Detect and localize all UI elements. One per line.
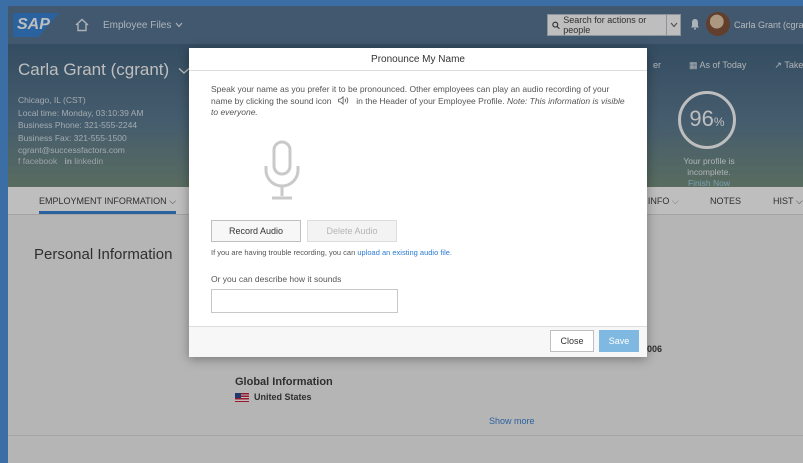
pronounce-name-dialog: Pronounce My Name Speak your name as you… (189, 48, 647, 357)
describe-label: Or you can describe how it sounds (211, 274, 342, 284)
dialog-description: Speak your name as you prefer it to be p… (211, 84, 631, 119)
sound-icon (338, 95, 349, 105)
app-frame: SAP Employee Files Search for actions or… (8, 6, 803, 463)
record-audio-button[interactable]: Record Audio (211, 220, 301, 242)
delete-audio-button[interactable]: Delete Audio (307, 220, 397, 242)
dialog-footer: Close Save (189, 326, 647, 357)
save-button[interactable]: Save (599, 330, 639, 352)
trouble-text: If you are having trouble recording, you… (211, 248, 356, 257)
desc-after: in the Header of your Employee Profile. (356, 95, 505, 106)
dialog-title: Pronounce My Name (189, 48, 647, 71)
close-button[interactable]: Close (550, 330, 594, 352)
describe-sound-input[interactable] (211, 289, 398, 313)
trouble-recording-text: If you are having trouble recording, you… (211, 248, 452, 257)
upload-audio-link[interactable]: upload an existing audio file. (357, 248, 452, 257)
microphone-icon (264, 140, 300, 200)
